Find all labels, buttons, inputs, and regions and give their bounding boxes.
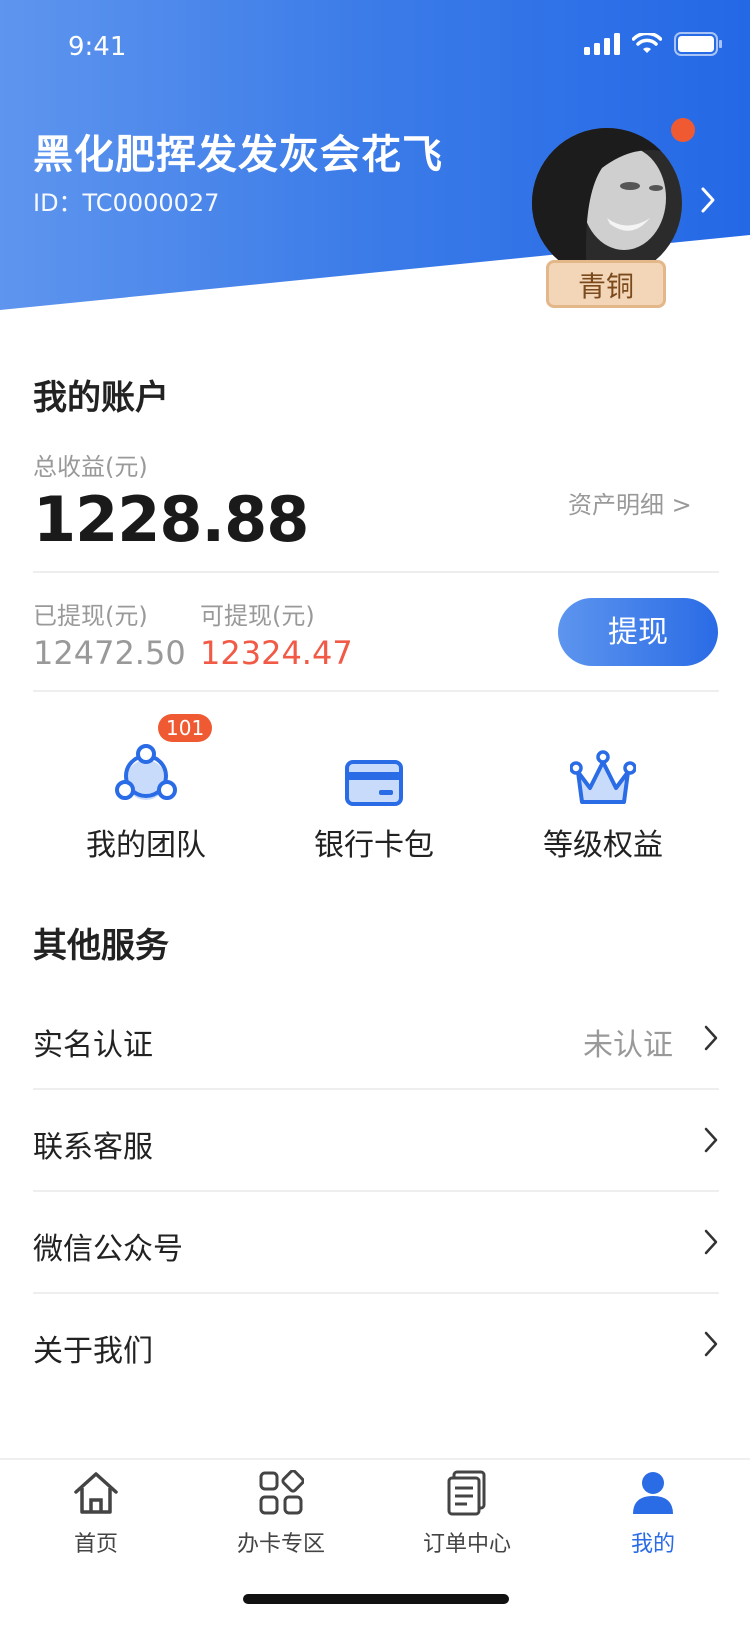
tab-mine[interactable]: 我的 <box>578 1470 728 1558</box>
total-earnings-value: 1228.88 <box>33 483 309 556</box>
chevron-right-icon <box>704 1127 718 1153</box>
withdrawn-label: 已提现(元) <box>33 602 148 630</box>
feature-label: 我的团队 <box>86 828 206 863</box>
asset-details-link[interactable]: 资产明细 > <box>568 485 692 520</box>
status-icons <box>584 32 722 56</box>
feature-my-team[interactable]: 我的团队 <box>46 740 246 864</box>
total-earnings-label: 总收益(元) <box>33 453 148 481</box>
tab-card-zone[interactable]: 办卡专区 <box>206 1469 356 1558</box>
tab-orders[interactable]: 订单中心 <box>392 1470 542 1558</box>
tab-label: 订单中心 <box>422 1532 511 1557</box>
divider <box>33 690 719 692</box>
row-label: 关于我们 <box>33 1334 153 1369</box>
available-value: 12324.47 <box>200 634 353 672</box>
row-label: 微信公众号 <box>33 1232 183 1267</box>
chevron-right-icon <box>704 1229 718 1255</box>
row-status: 未认证 <box>583 1028 673 1063</box>
team-icon <box>115 744 177 800</box>
level-badge: 青铜 <box>546 260 666 308</box>
wifi-icon <box>632 33 662 53</box>
username: 黑化肥挥发发灰会花飞 <box>33 132 443 178</box>
tab-label: 办卡专区 <box>236 1532 325 1557</box>
service-row-customer-service[interactable]: 联系客服 <box>33 1090 719 1192</box>
service-row-about[interactable]: 关于我们 <box>33 1294 719 1396</box>
notification-dot <box>671 118 695 142</box>
crown-icon <box>570 750 636 804</box>
user-icon <box>633 1472 673 1514</box>
row-label: 联系客服 <box>33 1130 153 1165</box>
signal-icon <box>584 33 620 55</box>
chevron-right-icon <box>704 1331 718 1357</box>
services-title: 其他服务 <box>33 926 169 966</box>
grid-icon <box>259 1469 305 1515</box>
tab-home[interactable]: 首页 <box>21 1470 171 1558</box>
chevron-right-icon[interactable] <box>700 186 716 214</box>
battery-icon <box>674 32 722 56</box>
account-title: 我的账户 <box>33 378 169 418</box>
feature-level-benefits[interactable]: 等级权益 <box>503 740 703 864</box>
orders-icon <box>447 1470 486 1516</box>
avatar[interactable] <box>532 128 682 278</box>
row-label: 实名认证 <box>33 1028 153 1063</box>
avatar-portrait <box>532 128 682 278</box>
feature-label: 银行卡包 <box>314 828 434 863</box>
user-id: ID：TC0000027 <box>33 189 220 217</box>
withdraw-button[interactable]: 提现 <box>558 598 718 666</box>
home-icon <box>74 1472 118 1514</box>
status-time: 9:41 <box>68 32 127 62</box>
tab-label: 我的 <box>630 1532 675 1557</box>
service-row-realname[interactable]: 实名认证 未认证 <box>33 988 719 1090</box>
tab-label: 首页 <box>73 1532 118 1557</box>
available-label: 可提现(元) <box>200 602 315 630</box>
feature-label: 等级权益 <box>543 828 663 863</box>
divider <box>33 571 719 573</box>
service-row-wechat[interactable]: 微信公众号 <box>33 1192 719 1294</box>
withdrawn-value: 12472.50 <box>33 634 186 672</box>
feature-bank-cards[interactable]: 银行卡包 <box>274 740 474 864</box>
bank-card-icon <box>345 760 403 806</box>
home-indicator <box>243 1594 509 1604</box>
chevron-right-icon <box>704 1025 718 1051</box>
team-count-badge: 101 <box>158 714 213 742</box>
